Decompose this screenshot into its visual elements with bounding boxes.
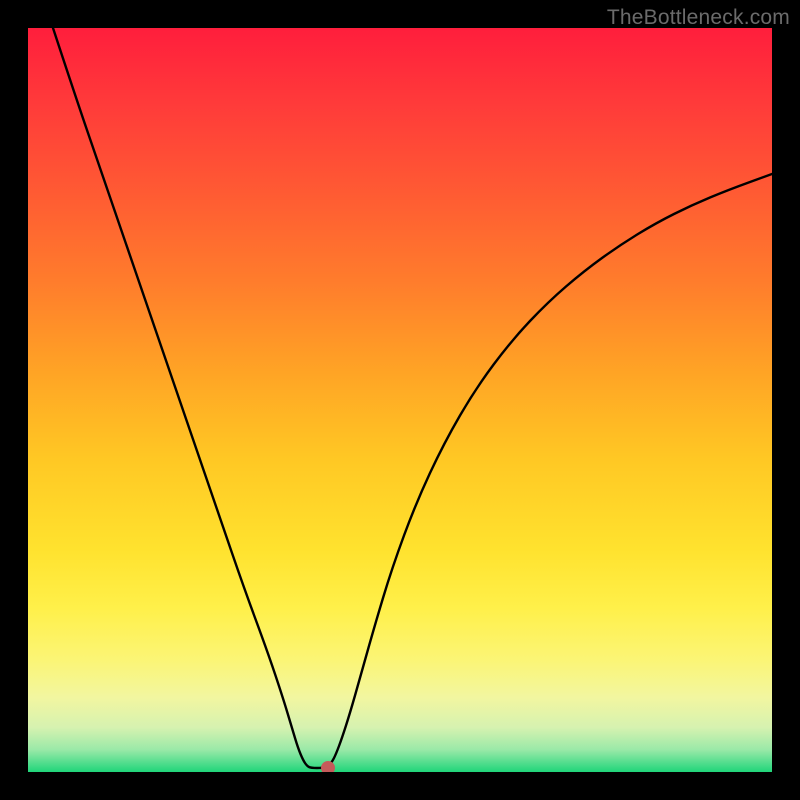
chart-frame [28,28,772,772]
watermark-text: TheBottleneck.com [607,6,790,30]
chart-background [28,28,772,772]
chart-svg [28,28,772,772]
